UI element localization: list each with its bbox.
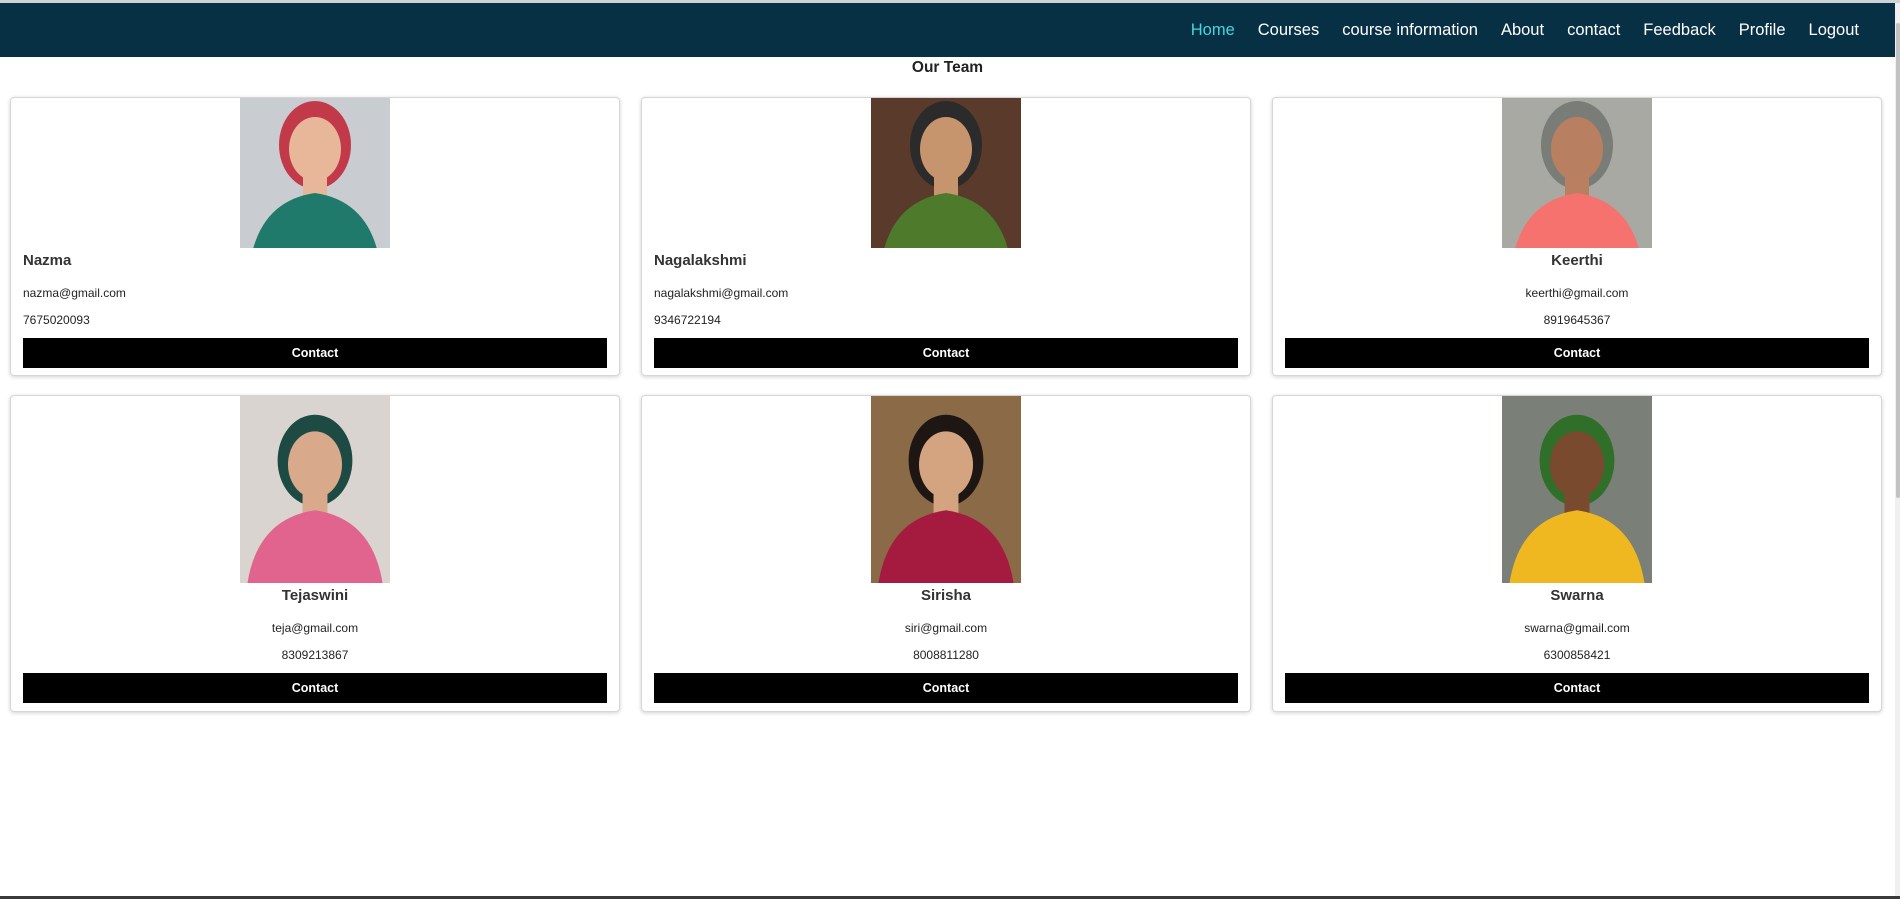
member-email: swarna@gmail.com [1524, 621, 1630, 635]
nav-contact[interactable]: contact [1567, 21, 1620, 40]
top-navbar: Home Courses course information About co… [0, 3, 1895, 57]
nav-logout[interactable]: Logout [1809, 21, 1859, 40]
team-card: Sirisha siri@gmail.com 8008811280 Contac… [641, 395, 1251, 712]
contact-button[interactable]: Contact [23, 673, 607, 703]
team-card: Swarna swarna@gmail.com 6300858421 Conta… [1272, 395, 1882, 712]
contact-button[interactable]: Contact [1285, 673, 1869, 703]
scrollbar-thumb[interactable] [1896, 23, 1900, 498]
nav-feedback[interactable]: Feedback [1643, 21, 1715, 40]
member-name: Keerthi [1551, 252, 1603, 269]
portrait-illustration [1502, 98, 1652, 248]
nav-profile[interactable]: Profile [1739, 21, 1786, 40]
member-phone: 8919645367 [1543, 313, 1611, 327]
nav-courses[interactable]: Courses [1258, 21, 1319, 40]
member-name: Nazma [23, 252, 72, 269]
contact-button[interactable]: Contact [654, 338, 1238, 368]
nav-links: Home Courses course information About co… [1168, 3, 1859, 57]
photo-face [1551, 117, 1603, 181]
portrait-illustration [240, 396, 390, 583]
contact-button[interactable]: Contact [1285, 338, 1869, 368]
photo-face [287, 431, 343, 498]
member-photo [871, 98, 1021, 248]
member-phone: 9346722194 [654, 313, 721, 327]
portrait-illustration [871, 98, 1021, 248]
member-photo [240, 396, 390, 583]
nav-course-information[interactable]: course information [1342, 21, 1478, 40]
member-phone: 8309213867 [281, 648, 349, 662]
team-card: Nagalakshmi nagalakshmi@gmail.com 934672… [641, 97, 1251, 376]
member-phone: 7675020093 [23, 313, 90, 327]
member-name: Swarna [1550, 587, 1604, 604]
team-card: Tejaswini teja@gmail.com 8309213867 Cont… [10, 395, 620, 712]
nav-home[interactable]: Home [1191, 21, 1235, 40]
photo-face [920, 117, 972, 181]
member-phone: 6300858421 [1543, 648, 1611, 662]
photo-face [918, 431, 974, 498]
member-name: Sirisha [920, 587, 972, 604]
member-photo [1502, 98, 1652, 248]
contact-button[interactable]: Contact [654, 673, 1238, 703]
team-grid: Nazma nazma@gmail.com 7675020093 Contact… [10, 97, 1884, 712]
contact-button[interactable]: Contact [23, 338, 607, 368]
photo-face [289, 117, 341, 181]
page-title: Our Team [911, 59, 984, 76]
member-phone: 8008811280 [913, 648, 979, 662]
member-name: Nagalakshmi [654, 252, 747, 269]
team-card: Keerthi keerthi@gmail.com 8919645367 Con… [1272, 97, 1882, 376]
nav-about[interactable]: About [1501, 21, 1544, 40]
portrait-illustration [871, 396, 1021, 583]
member-photo [240, 98, 390, 248]
photo-face [1549, 431, 1605, 498]
member-email: nagalakshmi@gmail.com [654, 286, 789, 300]
portrait-illustration [240, 98, 390, 248]
team-card: Nazma nazma@gmail.com 7675020093 Contact [10, 97, 620, 376]
member-photo [871, 396, 1021, 583]
member-photo [1502, 396, 1652, 583]
member-name: Tejaswini [281, 587, 349, 604]
portrait-illustration [1502, 396, 1652, 583]
member-email: keerthi@gmail.com [1525, 286, 1629, 300]
member-email: siri@gmail.com [904, 621, 988, 635]
member-email: teja@gmail.com [271, 621, 359, 635]
member-email: nazma@gmail.com [23, 286, 126, 300]
page-scrollbar[interactable] [1895, 3, 1900, 896]
